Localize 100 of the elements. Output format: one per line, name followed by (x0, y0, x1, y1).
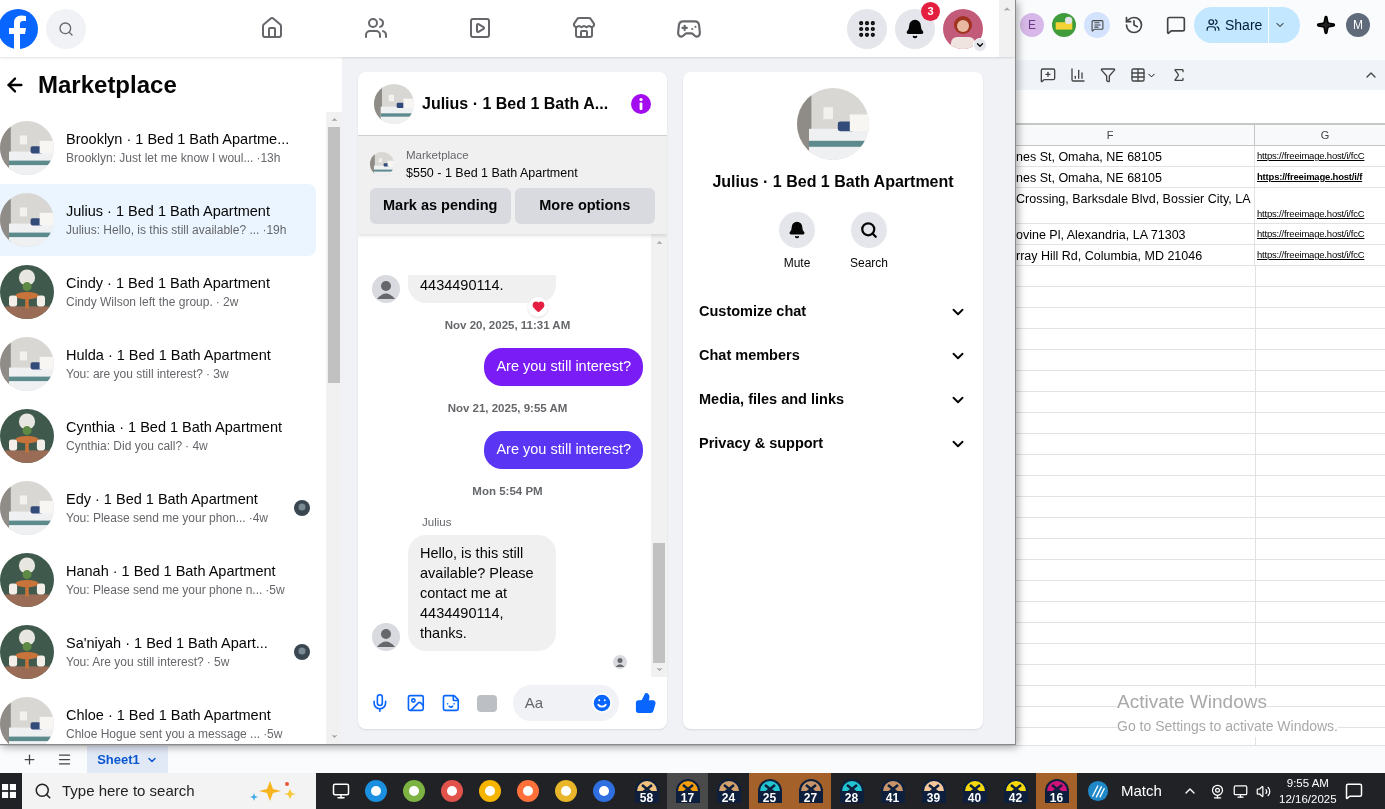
windows-icon[interactable] (2, 784, 16, 798)
user-avatar[interactable]: E (1020, 13, 1044, 37)
share-button[interactable]: Share (1194, 7, 1300, 43)
friends-icon[interactable] (364, 15, 388, 40)
conversation-item[interactable]: Brooklyn · 1 Bed 1 Bath Apartme... Brooklyn: Just let me know I woul... ·13h (0, 112, 316, 184)
conversation-item[interactable]: Chloe · 1 Bed 1 Bath Apartment Chloe Hogue sent you a message ... ·5w (0, 688, 316, 744)
conversation-item[interactable]: Cynthia · 1 Bed 1 Bath Apartment Cynthia: Did you call? · 4w (0, 400, 316, 472)
conversation-item[interactable]: Hanah · 1 Bed 1 Bath Apartment You: Please send me your phone n... ·5w (0, 544, 316, 616)
grid-icon (857, 18, 877, 39)
conversation-title: Chloe · 1 Bed 1 Bath Apartment (66, 706, 272, 725)
emoji-icon[interactable] (591, 692, 614, 714)
sticker-icon[interactable] (441, 693, 462, 713)
listing-action-button[interactable]: More options (514, 188, 655, 224)
notifications-icon[interactable] (1344, 782, 1363, 800)
link[interactable]: https://freeimage.host/i/fcC (1257, 247, 1365, 263)
menu-button[interactable] (847, 8, 887, 49)
listing-title[interactable]: $550 - 1 Bed 1 Bath Apartment (406, 164, 578, 182)
timestamp: Nov 20, 2025, 11:31 AM (444, 317, 571, 333)
camera-icon[interactable] (1209, 783, 1225, 799)
chat-title[interactable]: Julius · 1 Bed 1 Bath A... (422, 91, 609, 116)
dome-icon (714, 777, 743, 805)
weather-widget[interactable]: Match (1087, 779, 1162, 803)
listing-action-button[interactable]: Mark as pending (370, 188, 511, 224)
app-icon[interactable] (554, 779, 578, 803)
conversation-item[interactable]: Edy · 1 Bed 1 Bath Apartment You: Please send me your phon... ·4w (0, 472, 316, 544)
app-icon[interactable] (592, 779, 616, 803)
scrollbar-thumb[interactable] (653, 543, 665, 663)
app-icon[interactable] (516, 779, 540, 803)
link[interactable]: https://freeimage.host/i/fcC (1257, 148, 1365, 164)
page-title: Marketplace (38, 69, 177, 100)
taskbar-app-button[interactable]: 39 (913, 773, 954, 809)
message-time: ·5w (265, 582, 285, 599)
conversation-item[interactable]: Julius · 1 Bed 1 Bath Apartment Julius: Hello, is this still available? ... ·19h (0, 184, 316, 256)
conversation-title: Sa'niyah · 1 Bed 1 Bath Apart... (66, 634, 269, 653)
app-icon[interactable] (402, 779, 426, 803)
profile-action-button[interactable]: Search (844, 212, 894, 272)
bell-icon (905, 18, 925, 39)
logo-icon[interactable] (0, 8, 38, 49)
user-avatar[interactable]: M (1346, 13, 1370, 37)
message-time: ·19h (262, 222, 287, 239)
sheet-tab[interactable]: Sheet1 (87, 745, 168, 774)
avatar-icon (372, 623, 400, 651)
comment-icon[interactable] (1166, 15, 1186, 35)
video-icon[interactable] (468, 15, 492, 40)
info-icon[interactable] (631, 93, 651, 114)
profile-action-button[interactable]: Mute (772, 212, 822, 272)
link[interactable]: https://freeimage.host/i/fcC (1257, 226, 1365, 242)
filter-icon[interactable] (1100, 67, 1116, 83)
history-icon[interactable] (1124, 15, 1144, 35)
photo-icon[interactable] (405, 693, 426, 713)
chat-button[interactable] (1084, 12, 1110, 38)
taskbar-app-button[interactable]: 28 (831, 773, 872, 809)
link[interactable]: https://freeimage.host/i/fcC (1257, 206, 1365, 221)
app-icon[interactable] (478, 779, 502, 803)
section-row[interactable]: Customize chat (691, 290, 975, 334)
app-icon[interactable] (440, 779, 464, 803)
link[interactable]: https://freeimage.host/i/f (1257, 169, 1363, 185)
notifications-button[interactable] (895, 8, 935, 49)
store-icon[interactable] (572, 15, 596, 40)
taskbar-app-button[interactable]: 58 (626, 773, 667, 809)
chart-icon[interactable] (1070, 67, 1086, 83)
add-comment-icon[interactable] (1040, 67, 1056, 83)
volume-icon[interactable] (1255, 783, 1271, 799)
dome-icon (1001, 777, 1030, 805)
section-row[interactable]: Media, files and links (691, 378, 975, 422)
message-preview: Julius: Hello, is this still available? ... (66, 222, 260, 239)
sigma-icon[interactable] (1171, 67, 1187, 83)
conversation-item[interactable]: Cindy · 1 Bed 1 Bath Apartment Cindy Wilson left the group. · 2w (0, 256, 316, 328)
taskbar-app-button[interactable]: 17 (667, 773, 708, 809)
table-dropdown[interactable] (1130, 67, 1157, 83)
home-icon[interactable] (260, 15, 284, 40)
conversation-item[interactable]: Sa'niyah · 1 Bed 1 Bath Apart... You: Are you still interest? · 5w (0, 616, 316, 688)
taskbar-app-button[interactable]: 24 (708, 773, 749, 809)
task-view-icon[interactable] (332, 782, 350, 800)
message-field[interactable]: Aa (512, 685, 620, 721)
section-row[interactable]: Chat members (691, 334, 975, 378)
dome-icon (919, 777, 948, 805)
clock[interactable]: 9:55 AM 12/16/2025 (1274, 775, 1341, 807)
section-row[interactable]: Privacy & support (691, 422, 975, 466)
scrollbar-thumb[interactable] (328, 127, 340, 383)
message-preview: Cynthia: Did you call? (66, 438, 183, 455)
conversation-item[interactable]: Hulda · 1 Bed 1 Bath Apartment You: are you still interest? · 3w (0, 328, 316, 400)
message-preview: You: are you still interest? (66, 366, 203, 383)
taskbar-app-button[interactable]: 41 (872, 773, 913, 809)
conversation-title: Edy · 1 Bed 1 Bath Apartment (66, 490, 259, 509)
taskbar-app-button[interactable]: 27 (790, 773, 831, 809)
sparkle-icon[interactable] (1316, 15, 1336, 35)
column-header[interactable]: G (1255, 125, 1385, 145)
sheet-list-icon[interactable] (57, 752, 72, 767)
like-icon[interactable] (635, 692, 657, 714)
taskbar-app-button[interactable]: 16 (1036, 773, 1077, 809)
search-button[interactable] (46, 8, 86, 49)
add-sheet-icon[interactable] (22, 752, 37, 767)
message-preview: Cindy Wilson left the group. (66, 294, 213, 311)
search-field[interactable]: Type here to search (22, 773, 316, 809)
app-icon[interactable] (364, 779, 388, 803)
taskbar-app-button[interactable]: 40 (954, 773, 995, 809)
taskbar-app-button[interactable]: 42 (995, 773, 1036, 809)
taskbar-app-button[interactable]: 25 (749, 773, 790, 809)
network-icon[interactable] (1232, 783, 1248, 799)
